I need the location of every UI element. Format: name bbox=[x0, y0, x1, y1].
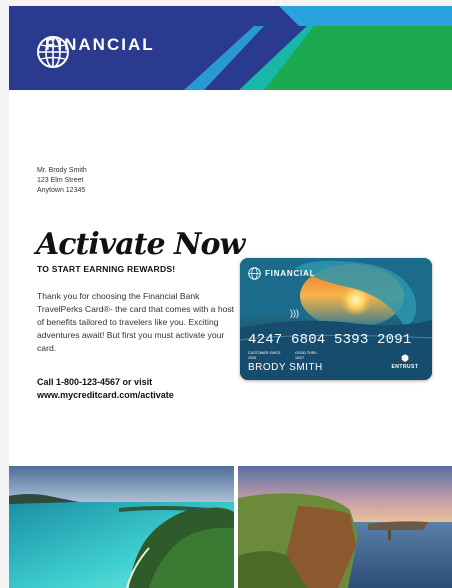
address-street: 123 Elm Street bbox=[37, 177, 84, 184]
customer-since-label: CUSTOMER SINCE bbox=[248, 351, 281, 355]
credit-card-image: FINANCIAL ))) 4247 6804 5393 2091 CUSTOM… bbox=[240, 258, 432, 380]
card-globe-icon bbox=[248, 267, 261, 280]
address-name: Mr. Brody Smith bbox=[37, 167, 87, 174]
brand-logo: FINANCIAL bbox=[36, 35, 155, 68]
issuer-logo: ⬢ ENTRUST bbox=[385, 353, 425, 371]
recipient-address: Mr. Brody Smith 123 Elm Street Anytown 1… bbox=[37, 166, 87, 196]
card-brand-name: FINANCIAL bbox=[265, 269, 316, 278]
letter-page: FINANCIAL Mr. Brody Smith 123 Elm Street… bbox=[9, 6, 452, 588]
call-to-action: Call 1-800-123-4567 or visit www.mycredi… bbox=[37, 376, 174, 402]
customer-since: CUSTOMER SINCE 2005 bbox=[248, 351, 280, 360]
card-number: 4247 6804 5393 2091 bbox=[248, 332, 412, 348]
cta-url: www.mycreditcard.com/activate bbox=[37, 390, 174, 400]
rewards-subheadline: TO START EARNING REWARDS! bbox=[37, 264, 176, 274]
issuer-name: ENTRUST bbox=[391, 364, 419, 370]
shield-icon: ⬢ bbox=[401, 353, 409, 363]
card-brand-logo: FINANCIAL bbox=[248, 267, 315, 280]
good-thru-label: GOOD THRU bbox=[295, 351, 317, 355]
good-thru-value: 10/27 bbox=[295, 355, 304, 360]
contactless-icon: ))) bbox=[290, 308, 299, 318]
cta-phone: Call 1-800-123-4567 or visit bbox=[37, 377, 153, 387]
sea-cliffs-photo bbox=[238, 466, 452, 588]
header-banner: FINANCIAL bbox=[9, 6, 452, 90]
good-thru: GOOD THRU 10/27 bbox=[295, 351, 317, 360]
cardholder-name: BRODY SMITH bbox=[248, 362, 323, 373]
activate-headline: Activate Now bbox=[36, 227, 245, 262]
tropical-island-photo bbox=[9, 466, 234, 588]
customer-since-value: 2005 bbox=[248, 355, 256, 360]
address-city: Anytown 12345 bbox=[37, 187, 86, 194]
body-paragraph: Thank you for choosing the Financial Ban… bbox=[37, 291, 235, 353]
globe-icon bbox=[37, 36, 69, 68]
